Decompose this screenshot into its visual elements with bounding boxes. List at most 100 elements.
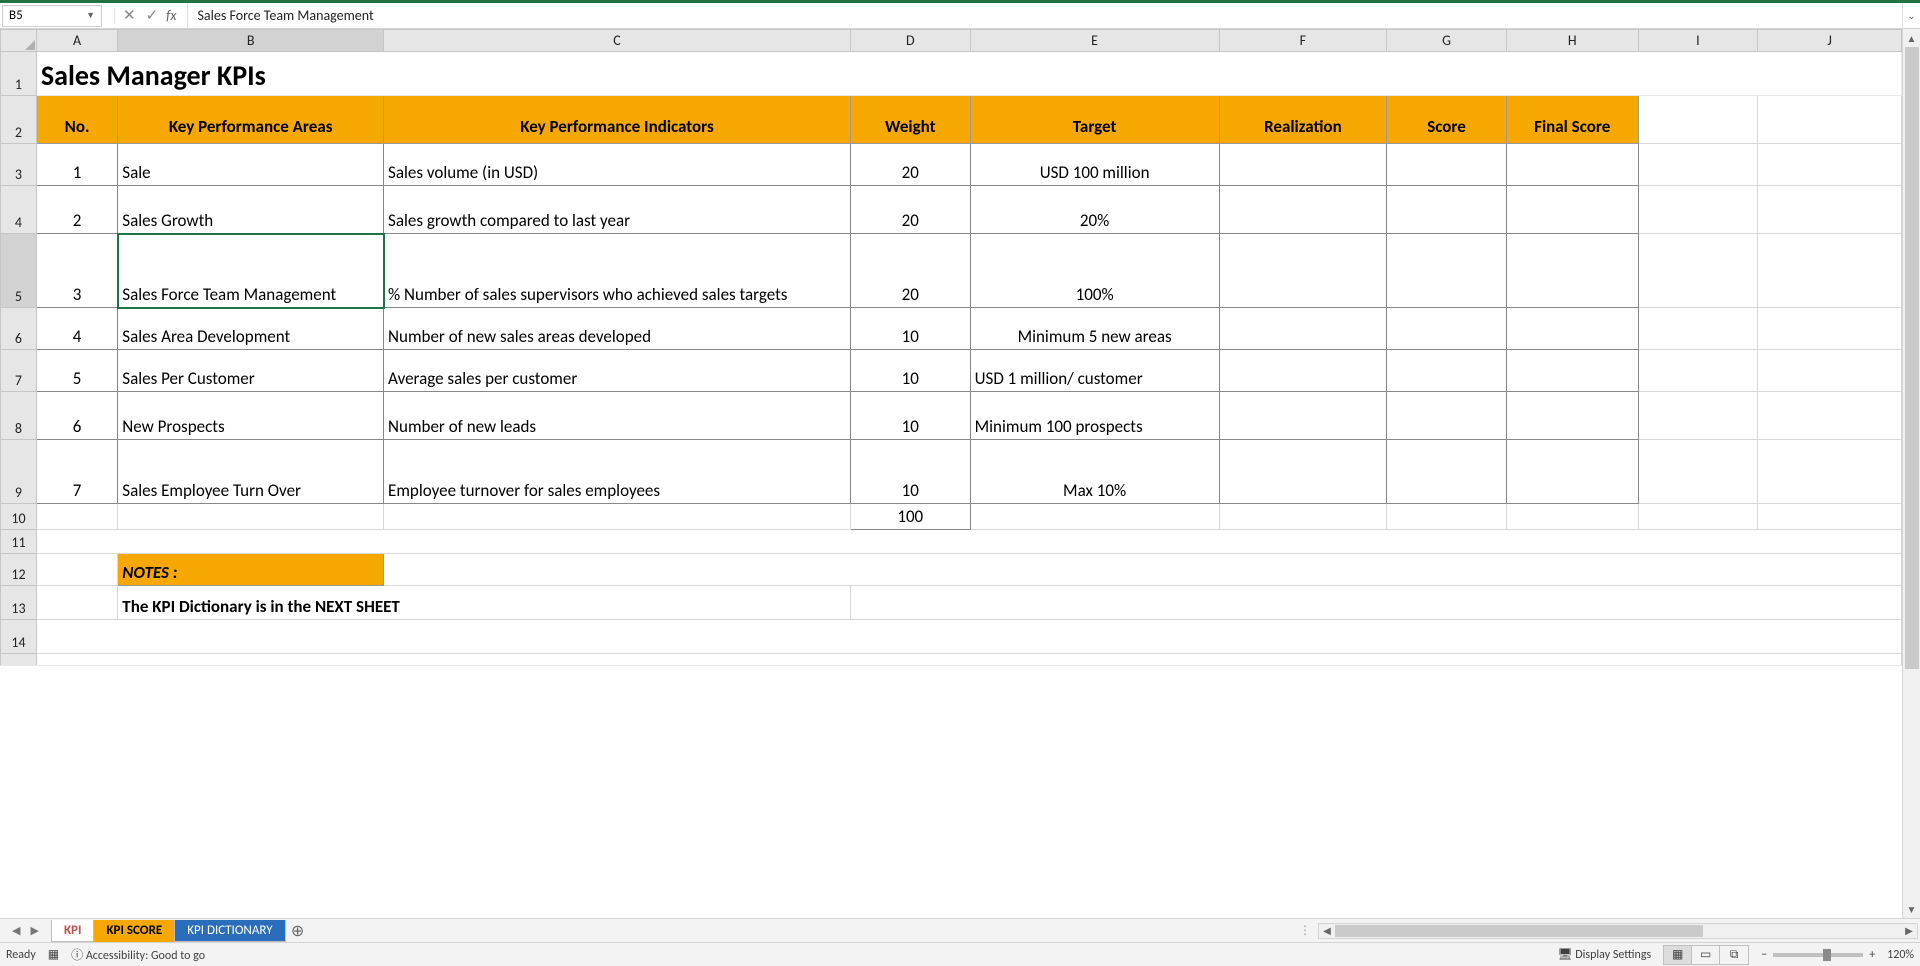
cell-score[interactable] bbox=[1387, 186, 1507, 234]
hdr-weight[interactable]: Weight bbox=[850, 96, 970, 144]
row-header-12[interactable]: 12 bbox=[1, 554, 37, 586]
tab-next-icon[interactable]: ▶ bbox=[30, 924, 38, 937]
cell-realization[interactable] bbox=[1219, 308, 1387, 350]
cell-final[interactable] bbox=[1506, 350, 1638, 392]
row-header-10[interactable]: 10 bbox=[1, 504, 37, 530]
cell-no[interactable]: 2 bbox=[36, 186, 117, 234]
cell-score[interactable] bbox=[1387, 308, 1507, 350]
cell[interactable] bbox=[1638, 186, 1758, 234]
cell[interactable] bbox=[118, 504, 384, 530]
accessibility-status[interactable]: ⓘ Accessibility: Good to go bbox=[71, 946, 205, 963]
col-header-J[interactable]: J bbox=[1758, 30, 1902, 52]
cell-no[interactable]: 1 bbox=[36, 144, 117, 186]
scroll-left-icon[interactable]: ◀ bbox=[1319, 924, 1335, 937]
cell-final[interactable] bbox=[1506, 392, 1638, 440]
cell-no[interactable]: 7 bbox=[36, 440, 117, 504]
scroll-down-icon[interactable]: ▼ bbox=[1903, 900, 1920, 918]
hdr-kpa[interactable]: Key Performance Areas bbox=[118, 96, 384, 144]
page-layout-view-button[interactable]: ▭ bbox=[1692, 946, 1720, 964]
col-header-B[interactable]: B bbox=[118, 30, 384, 52]
cell[interactable] bbox=[1758, 186, 1902, 234]
cell-weight[interactable]: 10 bbox=[850, 350, 970, 392]
scroll-thumb[interactable] bbox=[1905, 47, 1919, 669]
cell-target[interactable]: Max 10% bbox=[970, 440, 1219, 504]
display-settings[interactable]: 🖥 Display Settings bbox=[1557, 947, 1651, 962]
cell-realization[interactable] bbox=[1219, 186, 1387, 234]
cell[interactable] bbox=[850, 586, 1901, 620]
col-header-A[interactable]: A bbox=[36, 30, 117, 52]
cell[interactable] bbox=[1758, 504, 1902, 530]
cell-target[interactable]: USD 100 million bbox=[970, 144, 1219, 186]
normal-view-button[interactable]: ▦ bbox=[1664, 946, 1692, 964]
vertical-scrollbar[interactable]: ▲ ▼ bbox=[1902, 29, 1920, 918]
cell-weight[interactable]: 20 bbox=[850, 234, 970, 308]
cell-realization[interactable] bbox=[1219, 440, 1387, 504]
scroll-right-icon[interactable]: ▶ bbox=[1901, 924, 1917, 937]
hdr-final[interactable]: Final Score bbox=[1506, 96, 1638, 144]
cell-score[interactable] bbox=[1387, 350, 1507, 392]
cell-no[interactable]: 6 bbox=[36, 392, 117, 440]
cell[interactable] bbox=[1638, 144, 1758, 186]
notes-label[interactable]: NOTES : bbox=[118, 554, 384, 586]
cell[interactable] bbox=[1758, 440, 1902, 504]
page-title[interactable]: Sales Manager KPIs bbox=[36, 52, 1901, 96]
row-header-5[interactable]: 5 bbox=[1, 234, 37, 308]
hdr-target[interactable]: Target bbox=[970, 96, 1219, 144]
cell[interactable] bbox=[36, 620, 1901, 654]
accept-icon[interactable]: ✓ bbox=[144, 6, 161, 25]
cell-kpi[interactable]: Sales growth compared to last year bbox=[384, 186, 851, 234]
cell[interactable] bbox=[36, 504, 117, 530]
cell[interactable] bbox=[1638, 234, 1758, 308]
hdr-realization[interactable]: Realization bbox=[1219, 96, 1387, 144]
row-header-7[interactable]: 7 bbox=[1, 350, 37, 392]
tab-splitter-handle[interactable]: ⋮ bbox=[1291, 923, 1318, 938]
cell[interactable] bbox=[1506, 504, 1638, 530]
cell[interactable] bbox=[970, 504, 1219, 530]
cell-realization[interactable] bbox=[1219, 234, 1387, 308]
spreadsheet[interactable]: A B C D E F G H I J 1 Sales Manager KPIs… bbox=[0, 29, 1902, 918]
cell-kpa[interactable]: Sales Area Development bbox=[118, 308, 384, 350]
col-header-H[interactable]: H bbox=[1506, 30, 1638, 52]
row-header-4[interactable]: 4 bbox=[1, 186, 37, 234]
cell[interactable] bbox=[36, 654, 1901, 666]
col-header-I[interactable]: I bbox=[1638, 30, 1758, 52]
tab-kpi[interactable]: KPI bbox=[51, 920, 95, 942]
cell-final[interactable] bbox=[1506, 186, 1638, 234]
cell-weight[interactable]: 10 bbox=[850, 308, 970, 350]
cell-kpi[interactable]: Employee turnover for sales employees bbox=[384, 440, 851, 504]
row-header-9[interactable]: 9 bbox=[1, 440, 37, 504]
cell[interactable] bbox=[384, 554, 1902, 586]
cell-weight[interactable]: 10 bbox=[850, 440, 970, 504]
cell-kpa[interactable]: Sales Per Customer bbox=[118, 350, 384, 392]
cell-final[interactable] bbox=[1506, 144, 1638, 186]
cell-kpi[interactable]: Average sales per customer bbox=[384, 350, 851, 392]
row-header-1[interactable]: 1 bbox=[1, 52, 37, 96]
cell-no[interactable]: 3 bbox=[36, 234, 117, 308]
hdr-kpi[interactable]: Key Performance Indicators bbox=[384, 96, 851, 144]
cell[interactable] bbox=[36, 586, 117, 620]
zoom-in-button[interactable]: + bbox=[1869, 948, 1875, 962]
row-header-6[interactable]: 6 bbox=[1, 308, 37, 350]
name-box[interactable]: B5 ▼ bbox=[2, 5, 102, 27]
cell-kpa[interactable]: Sales Employee Turn Over bbox=[118, 440, 384, 504]
zoom-slider[interactable]: − + bbox=[1761, 948, 1875, 962]
hdr-no[interactable]: No. bbox=[36, 96, 117, 144]
cell-score[interactable] bbox=[1387, 440, 1507, 504]
cell-score[interactable] bbox=[1387, 234, 1507, 308]
row-header-14[interactable]: 14 bbox=[1, 620, 37, 654]
page-break-view-button[interactable]: ⧉ bbox=[1720, 946, 1748, 964]
cell-score[interactable] bbox=[1387, 144, 1507, 186]
cell-kpi[interactable]: % Number of sales supervisors who achiev… bbox=[384, 234, 851, 308]
expand-formula-bar-icon[interactable]: ⌄ bbox=[1902, 3, 1920, 28]
cell[interactable] bbox=[1638, 392, 1758, 440]
cell-target[interactable]: 100% bbox=[970, 234, 1219, 308]
scroll-up-icon[interactable]: ▲ bbox=[1903, 29, 1920, 47]
cell-score[interactable] bbox=[1387, 392, 1507, 440]
horizontal-scrollbar[interactable]: ◀ ▶ bbox=[1318, 923, 1918, 939]
row-header-15[interactable] bbox=[1, 654, 37, 666]
notes-text[interactable]: The KPI Dictionary is in the NEXT SHEET bbox=[118, 586, 851, 620]
row-header-13[interactable]: 13 bbox=[1, 586, 37, 620]
cell[interactable] bbox=[1638, 308, 1758, 350]
cell[interactable] bbox=[36, 530, 1901, 554]
zoom-track[interactable] bbox=[1773, 953, 1863, 957]
